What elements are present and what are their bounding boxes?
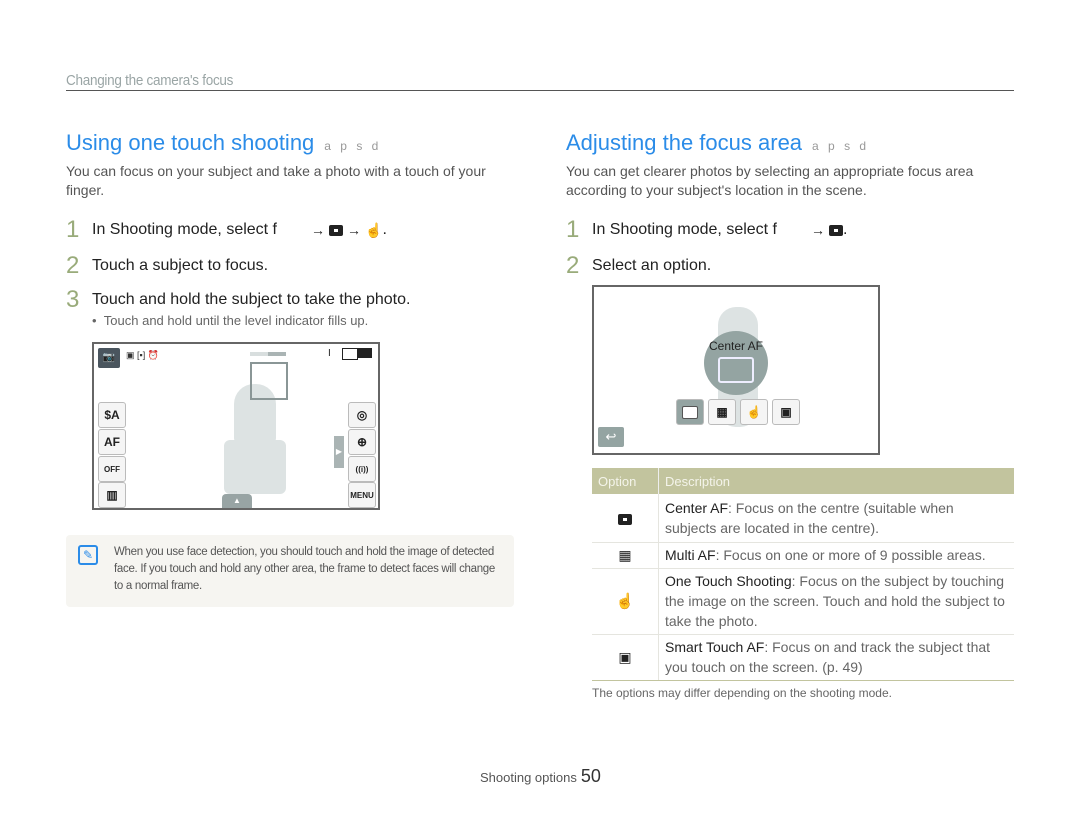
display-button[interactable]: ▥ (98, 482, 126, 508)
step-number: 3 (66, 286, 80, 313)
step-text: Select an option. (592, 257, 712, 274)
page-footer: Shooting options 50 (480, 766, 601, 787)
options-table: Option Description Center AF: Focus on t… (592, 468, 1014, 681)
level-indicator (250, 352, 286, 356)
bullet-text: Touch and hold until the level indicator… (103, 313, 369, 328)
option-name: Center AF (665, 499, 729, 516)
step-period: . (843, 221, 848, 238)
description-cell: One Touch Shooting: Focus on the subject… (658, 568, 1014, 635)
program-mode-icon: 📷 (98, 348, 120, 368)
note-box: ✎ When you use face detection, you shoul… (66, 535, 514, 607)
left-step-2: 2 Touch a subject to focus. (66, 252, 268, 280)
back-button[interactable]: ↩ (598, 427, 624, 447)
left-heading-text: Using one touch shooting (66, 130, 315, 155)
focus-frame (250, 362, 288, 400)
center-af-icon (329, 224, 343, 236)
table-row: ▦ Multi AF: Focus on one or more of 9 po… (592, 542, 1014, 569)
note-icon: ✎ (78, 545, 98, 565)
left-modes: a p s d (324, 139, 382, 153)
status-icons: ▣ [▪] ⏰ (126, 350, 159, 360)
wireless-button[interactable]: ((i)) (348, 456, 376, 482)
memory-icon (342, 348, 358, 360)
step-number: 1 (566, 216, 580, 243)
header-option: Option (592, 468, 659, 494)
option-desc: : Focus on one or more of 9 possible are… (715, 547, 986, 563)
option-cell: ☝ (592, 568, 659, 635)
left-intro: You can focus on your subject and take a… (66, 163, 486, 198)
step-period: . (382, 221, 387, 238)
center-af-frame (718, 357, 754, 383)
step-text: Touch a subject to focus. (92, 257, 269, 274)
selection-label: Center AF (708, 339, 764, 353)
section-title: Changing the camera's focus (66, 72, 234, 89)
multi-af-icon: ▦ (618, 547, 632, 563)
left-step-1: 1 In Shooting mode, select f → → ☝ . (66, 216, 387, 244)
one-touch-icon: ☝ (365, 221, 383, 238)
footer-label: Shooting options (480, 770, 577, 785)
left-heading: Using one touch shooting a p s d (66, 130, 381, 156)
option-name: Multi AF (665, 547, 716, 563)
right-step-2: 2 Select an option. (566, 252, 711, 280)
step-text: In Shooting mode, select f (592, 221, 777, 238)
af-button[interactable]: AF (98, 429, 126, 455)
step-text: In Shooting mode, select f (92, 221, 277, 238)
expand-tab[interactable]: ▶ (334, 436, 344, 468)
option-one-touch[interactable]: ☝ (740, 399, 768, 425)
center-af-icon (829, 224, 843, 236)
step-number: 1 (66, 216, 80, 243)
battery-icon (358, 348, 372, 358)
top-right-indicator: I (328, 348, 331, 359)
step-number: 2 (566, 252, 580, 279)
arrow-icon: → (311, 222, 325, 238)
description-cell: Multi AF: Focus on one or more of 9 poss… (658, 542, 1014, 569)
table-row: ☝ One Touch Shooting: Focus on the subje… (592, 568, 1014, 635)
subject-silhouette-body (224, 440, 286, 494)
right-heading-text: Adjusting the focus area (566, 130, 803, 155)
timer-button[interactable]: OFF (98, 456, 126, 482)
shortcut-tab[interactable]: ▲ (222, 494, 252, 508)
right-modes: a p s d (812, 139, 870, 153)
step-number: 2 (66, 252, 80, 279)
smart-touch-af-icon: ▣ (618, 649, 632, 665)
right-step-1: 1 In Shooting mode, select f → . (566, 216, 847, 244)
section-divider (66, 90, 1014, 91)
option-name: One Touch Shooting (665, 573, 792, 589)
camera-screen-focus-area: Center AF ▦ ☝ ▣ ↩ (592, 285, 880, 455)
focus-area-button[interactable]: ⊕ (348, 429, 376, 455)
table-row: Center AF: Focus on the centre (suitable… (592, 494, 1014, 543)
menu-button[interactable]: MENU (348, 482, 376, 508)
header-description: Description (658, 468, 1014, 494)
left-step-3: 3 Touch and hold the subject to take the… (66, 286, 410, 314)
right-intro: You can get clearer photos by selecting … (566, 163, 974, 198)
description-cell: Center AF: Focus on the centre (suitable… (658, 494, 1014, 543)
option-cell: ▦ (592, 542, 659, 569)
flash-button[interactable]: $A (98, 402, 126, 428)
one-touch-icon: ☝ (615, 592, 635, 610)
center-af-icon (618, 513, 632, 525)
stabilizer-button[interactable]: ◎ (348, 402, 376, 428)
option-cell (592, 494, 659, 543)
arrow-icon: → (811, 222, 825, 238)
footnote: The options may differ depending on the … (592, 686, 892, 700)
option-cell: ▣ (592, 634, 659, 681)
page-number: 50 (580, 766, 601, 786)
table-header: Option Description (592, 468, 1014, 494)
note-text: When you use face detection, you should … (114, 546, 496, 592)
step-text: Touch and hold the subject to take the p… (92, 291, 411, 308)
right-heading: Adjusting the focus area a p s d (566, 130, 869, 156)
left-bullet: • Touch and hold until the level indicat… (92, 313, 369, 328)
option-smart-touch-af[interactable]: ▣ (772, 399, 800, 425)
option-center-af[interactable] (676, 399, 704, 425)
arrow-icon: → (347, 222, 361, 238)
description-cell: Smart Touch AF: Focus on and track the s… (658, 634, 1014, 681)
option-name: Smart Touch AF (665, 639, 765, 655)
camera-screen-one-touch: 📷 ▣ [▪] ⏰ I $A AF OFF ▥ ◎ ⊕ ((i)) MENU ▶… (92, 342, 380, 510)
table-row: ▣ Smart Touch AF: Focus on and track the… (592, 634, 1014, 681)
option-multi-af[interactable]: ▦ (708, 399, 736, 425)
